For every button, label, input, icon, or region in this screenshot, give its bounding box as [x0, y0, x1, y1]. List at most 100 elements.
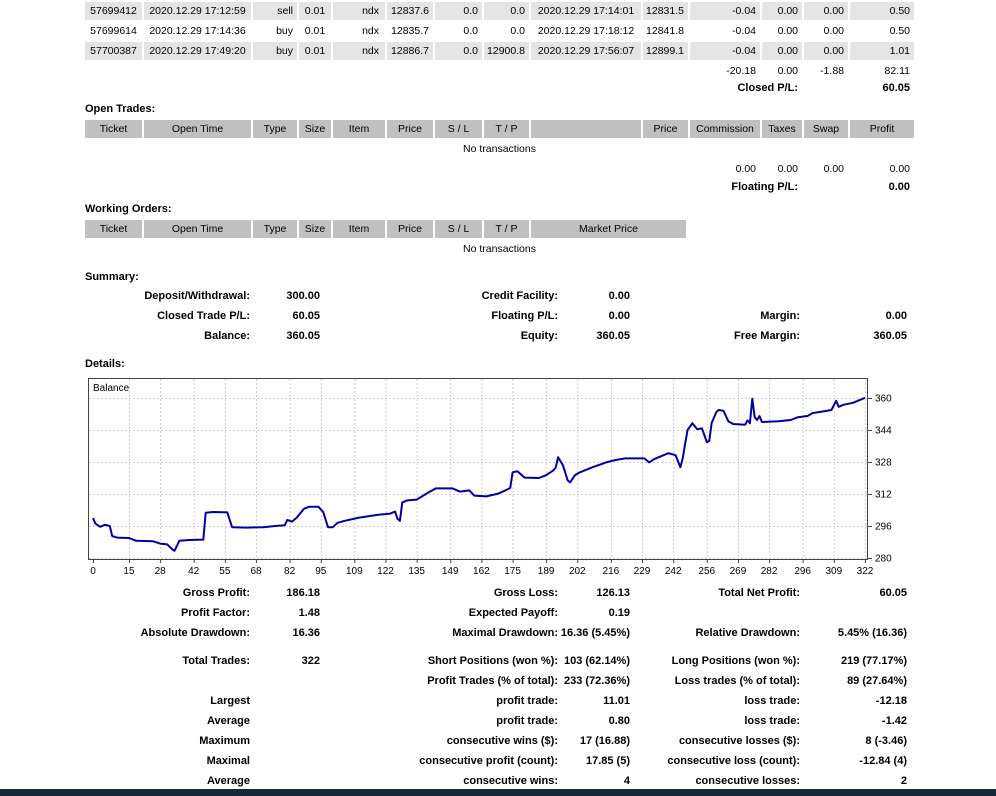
- column-header: Market Price: [531, 220, 686, 238]
- closed-trade-cell: 0.0: [435, 22, 482, 40]
- x-tick-label: 229: [634, 566, 651, 577]
- stat-label: Long Positions (won %):: [607, 654, 800, 669]
- x-tick-label: 55: [219, 566, 231, 577]
- column-header: [531, 120, 641, 138]
- summary-item-label: Balance:: [60, 329, 250, 344]
- closed-trade-cell: 0.0: [435, 42, 482, 60]
- closed-trade-cell: 0.00: [762, 42, 802, 60]
- summary-item-label: Deposit/Withdrawal:: [60, 289, 250, 304]
- closed-trade-cell: 0.0: [435, 2, 482, 20]
- stat-value: 322: [225, 654, 320, 669]
- closed-trade-cell: 0.00: [804, 22, 848, 40]
- summary-item-label: Margin:: [607, 309, 800, 324]
- totals-value: 0.00: [690, 160, 760, 174]
- closed-trade-cell: 12837.6: [387, 2, 433, 20]
- closed-trade-cell: 2020.12.29 17:56:07: [531, 42, 641, 60]
- column-header: Price: [387, 120, 433, 138]
- stat-label: Gross Profit:: [60, 586, 250, 601]
- summary-item-value: 0.00: [535, 289, 630, 304]
- stat-label: Maximal: [60, 754, 250, 769]
- column-header: Swap: [804, 120, 848, 138]
- stat-value: 1.48: [225, 606, 320, 621]
- column-header: Size: [299, 120, 331, 138]
- open-trades-title: Open Trades:: [85, 102, 155, 117]
- column-header: Commission: [690, 120, 760, 138]
- stat-label: Average: [60, 714, 250, 729]
- totals-value: -20.18: [690, 62, 760, 76]
- summary-item-label: Credit Facility:: [365, 289, 558, 304]
- x-tick-label: 28: [155, 566, 167, 577]
- x-tick-label: 82: [284, 566, 296, 577]
- stat-value: 16.36: [225, 626, 320, 641]
- closed-trade-cell: buy: [253, 42, 297, 60]
- x-tick-label: 322: [857, 566, 874, 577]
- x-tick-label: 0: [90, 566, 96, 577]
- closed-trade-cell: 12831.5: [643, 2, 688, 20]
- closed-trade-cell: 2020.12.29 17:14:01: [531, 2, 641, 20]
- y-tick-label: 296: [875, 522, 892, 533]
- stat-label: Total Net Profit:: [607, 586, 800, 601]
- x-tick-label: 175: [504, 566, 521, 577]
- summary-item-label: Closed Trade P/L:: [60, 309, 250, 324]
- summary-item-label: Floating P/L:: [365, 309, 558, 324]
- column-header: Type: [253, 220, 297, 238]
- balance-line-chart: 0152842556882951091221351491621751892022…: [88, 378, 900, 578]
- y-tick-label: 280: [875, 554, 892, 565]
- stat-label: consecutive profit (count):: [365, 754, 558, 769]
- x-tick-label: 282: [761, 566, 778, 577]
- x-tick-label: 216: [603, 566, 620, 577]
- stat-value: 8 (-3.46): [812, 734, 907, 749]
- closed-trade-cell: 12886.7: [387, 42, 433, 60]
- closed-trade-cell: 0.0: [484, 22, 529, 40]
- x-tick-label: 42: [188, 566, 200, 577]
- x-tick-label: 149: [442, 566, 459, 577]
- floating-pl-label: Floating P/L:: [640, 180, 798, 195]
- stat-label: Maximum: [60, 734, 250, 749]
- stat-value: 89 (27.64%): [812, 674, 907, 689]
- stat-label: Expected Payoff:: [365, 606, 558, 621]
- x-tick-label: 135: [408, 566, 425, 577]
- stat-label: Maximal Drawdown:: [365, 626, 558, 641]
- totals-value: 0.00: [762, 62, 802, 76]
- column-header: Open Time: [144, 120, 251, 138]
- closed-trade-cell: sell: [253, 2, 297, 20]
- closed-trade-cell: 2020.12.29 17:18:12: [531, 22, 641, 40]
- stat-label: Average: [60, 774, 250, 789]
- x-tick-label: 109: [346, 566, 363, 577]
- x-tick-label: 296: [794, 566, 811, 577]
- details-title: Details:: [85, 357, 125, 372]
- closed-trade-cell: 12835.7: [387, 22, 433, 40]
- x-tick-label: 202: [569, 566, 586, 577]
- stat-value: -12.18: [812, 694, 907, 709]
- closed-pl-value: 60.05: [780, 81, 910, 96]
- chart-legend-label: Balance: [93, 383, 130, 394]
- y-tick-label: 360: [875, 394, 892, 405]
- closed-trade-cell: 0.00: [804, 2, 848, 20]
- stat-value: 0.19: [535, 606, 630, 621]
- closed-trade-cell: 2020.12.29 17:12:59: [144, 2, 251, 20]
- floating-pl-value: 0.00: [780, 180, 910, 195]
- summary-item-value: 300.00: [225, 289, 320, 304]
- column-header: Open Time: [144, 220, 251, 238]
- stat-value: 2: [812, 774, 907, 789]
- stat-label: Profit Trades (% of total):: [365, 674, 558, 689]
- stat-value: 186.18: [225, 586, 320, 601]
- closed-trade-cell: 57700387: [85, 42, 142, 60]
- closed-trade-cell: buy: [253, 22, 297, 40]
- closed-trade-cell: 0.0: [484, 2, 529, 20]
- summary-title: Summary:: [85, 270, 139, 285]
- stat-value: -12.84 (4): [812, 754, 907, 769]
- balance-series-line: [93, 398, 865, 551]
- stat-label: loss trade:: [607, 694, 800, 709]
- stat-label: Loss trades (% of total):: [607, 674, 800, 689]
- closed-trade-cell: 2020.12.29 17:49:20: [144, 42, 251, 60]
- stat-value: 219 (77.17%): [812, 654, 907, 669]
- closed-trade-cell: ndx: [333, 22, 385, 40]
- open-trades-empty-text: No transactions: [85, 142, 914, 156]
- x-tick-label: 242: [665, 566, 682, 577]
- stat-label: loss trade:: [607, 714, 800, 729]
- column-header: Type: [253, 120, 297, 138]
- closed-trade-cell: 0.01: [299, 22, 331, 40]
- closed-trade-cell: ndx: [333, 2, 385, 20]
- closed-trade-cell: 0.01: [299, 42, 331, 60]
